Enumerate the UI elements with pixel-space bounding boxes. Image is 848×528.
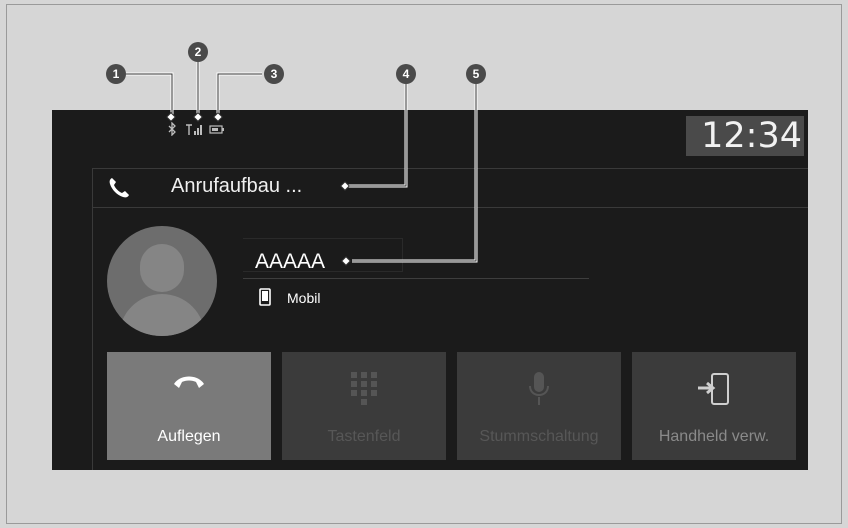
callout-leaders [126,60,478,266]
callout-3: 3 [264,64,284,84]
callout-4: 4 [396,64,416,84]
callout-1: 1 [106,64,126,84]
callout-2: 2 [188,42,208,62]
callout-5: 5 [466,64,486,84]
